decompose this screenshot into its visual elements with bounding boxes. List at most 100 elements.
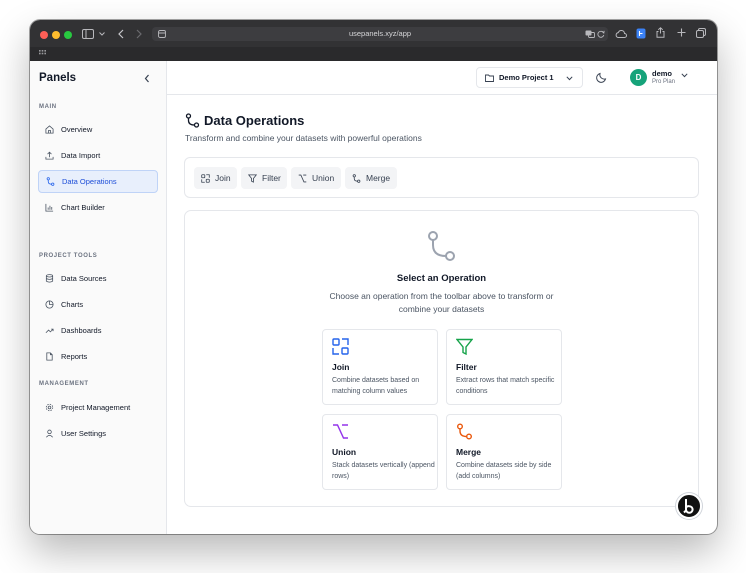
filter-card[interactable]: Filter Extract rows that match specific … [446,329,562,405]
bar-chart-icon [45,203,54,212]
operations-toolbar: Join Filter Union Merge [184,157,699,198]
sidebar-item-label: Data Operations [62,177,117,186]
sidebar-toggle-icon[interactable] [82,29,94,39]
sidebar-item-chart-builder[interactable]: Chart Builder [38,196,158,219]
minimize-window-button[interactable] [52,31,60,39]
empty-state-description: Choose an operation from the toolbar abo… [329,291,554,314]
op-description: Combine datasets side by side (add colum… [456,462,552,480]
sidebar-item-dashboards[interactable]: Dashboards [38,319,158,342]
sidebar-item-data-operations[interactable]: Data Operations [38,170,158,193]
tab-overview-icon[interactable] [696,28,706,38]
sidebar-item-label: Charts [61,300,84,309]
sidebar-item-project-management[interactable]: Project Management [38,396,158,419]
op-name: Merge [456,447,482,457]
section-title-main: MAIN [39,104,57,110]
translate-icon[interactable] [585,30,595,38]
sidebar-item-label: User Settings [61,429,107,438]
project-name: Demo Project 1 [499,73,554,82]
home-icon [45,125,54,134]
join-label: Join [215,173,231,183]
upload-icon [45,151,54,160]
collapse-sidebar-icon[interactable] [144,74,150,83]
sidebar-item-label: Overview [61,125,93,134]
operation-panel: Select an Operation Choose an operation … [184,210,699,507]
sidebar-item-data-import[interactable]: Data Import [38,144,158,167]
project-select[interactable]: Demo Project 1 [476,67,583,88]
browser-chrome: usepanels.xyz/app [30,20,717,61]
page-subtitle: Transform and combine your datasets with… [185,133,422,143]
chevron-down-icon[interactable] [99,32,105,36]
filter-icon [248,173,257,183]
union-button[interactable]: Union [291,167,341,189]
url-text: usepanels.xyz/app [348,29,412,38]
filter-label: Filter [262,173,281,183]
grid-icon[interactable] [39,50,46,57]
sidebar-item-label: Project Management [61,403,131,412]
chevron-down-icon [566,76,573,81]
file-icon [46,352,53,361]
folder-icon [485,74,494,82]
op-description: Extract rows that match specific conditi… [456,377,555,395]
sidebar-item-reports[interactable]: Reports [38,345,158,368]
union-icon [298,174,307,182]
op-description: Combine datasets based on matching colum… [332,377,420,395]
sidebar-item-user-settings[interactable]: User Settings [38,422,158,445]
reload-icon[interactable] [597,30,605,38]
brand-b-icon [683,499,694,514]
join-card[interactable]: Join Combine datasets based on matching … [322,329,438,405]
git-merge-icon [46,177,55,186]
join-icon [201,173,210,183]
filter-icon [456,338,473,355]
sidebar-item-label: Data Import [61,151,101,160]
sidebar-item-label: Data Sources [61,274,107,283]
user-name: demo [652,69,673,78]
union-card[interactable]: Union Stack datasets vertically (append … [322,414,438,490]
back-icon[interactable] [118,29,124,39]
op-name: Filter [456,362,477,372]
sidebar-item-charts[interactable]: Charts [38,293,158,316]
tab-strip [30,47,717,61]
merge-card[interactable]: Merge Combine datasets side by side (add… [446,414,562,490]
sidebar: Panels MAIN Overview Data Import Data Op… [30,61,167,534]
address-bar[interactable]: usepanels.xyz/app [152,27,608,41]
section-title-management: MANAGEMENT [39,381,89,387]
join-icon [332,338,349,355]
merge-icon [352,173,361,183]
help-button[interactable] [676,493,702,519]
user-icon [46,429,53,438]
git-merge-icon [428,231,455,261]
avatar[interactable]: D [630,69,647,86]
close-window-button[interactable] [40,31,48,39]
trend-icon [45,328,54,334]
sidebar-item-data-sources[interactable]: Data Sources [38,267,158,290]
new-tab-icon[interactable] [677,28,686,37]
sidebar-item-label: Chart Builder [61,203,105,212]
empty-state-title: Select an Operation [396,273,487,284]
sidebar-item-overview[interactable]: Overview [38,118,158,141]
sidebar-item-label: Reports [61,352,88,361]
user-menu-chevron-icon[interactable] [681,73,688,78]
merge-icon [457,423,472,440]
pie-chart-icon [45,300,54,309]
union-icon [333,424,348,439]
extension-icon[interactable] [636,28,646,39]
sidebar-item-label: Dashboards [61,326,102,335]
share-icon[interactable] [656,27,665,38]
git-merge-icon [185,113,200,128]
op-name: Union [332,447,357,457]
union-label: Union [312,173,335,183]
icloud-icon[interactable] [615,29,627,38]
gear-icon [45,403,54,412]
filter-button[interactable]: Filter [241,167,287,189]
op-description: Stack datasets vertically (append rows) [332,462,435,480]
section-title-project-tools: PROJECT TOOLS [39,253,98,259]
database-icon [45,274,54,283]
merge-label: Merge [366,173,391,183]
top-bar: Demo Project 1 D demo Pro Plan [167,61,717,95]
page-title: Data Operations [204,113,305,128]
merge-button[interactable]: Merge [345,167,397,189]
moon-icon[interactable] [596,71,608,83]
zoom-window-button[interactable] [64,31,72,39]
join-button[interactable]: Join [194,167,237,189]
forward-icon[interactable] [136,29,142,39]
